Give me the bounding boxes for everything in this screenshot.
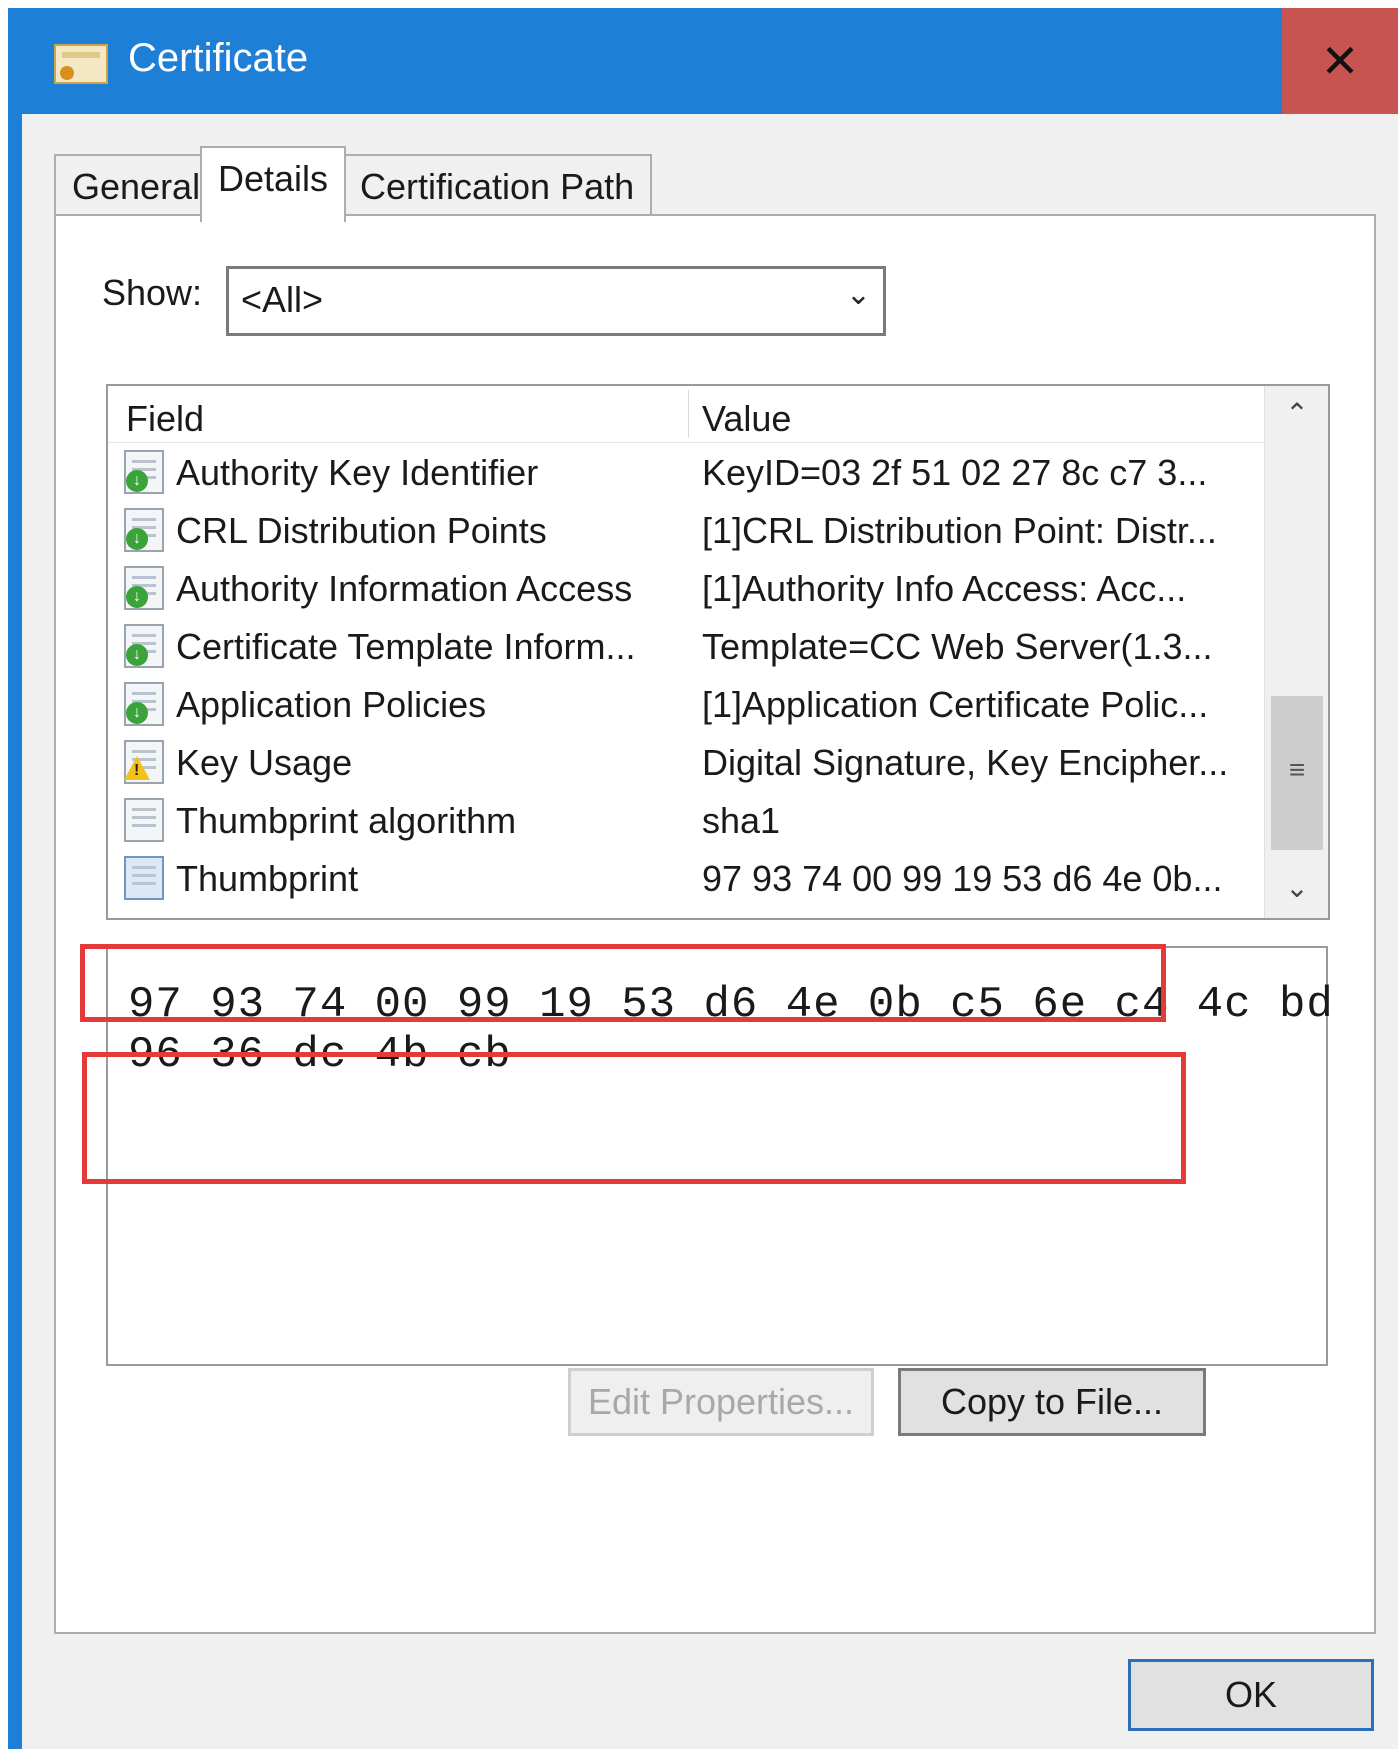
row-field: Certificate Template Inform... [176,626,636,667]
show-selected-value: <All> [241,279,324,320]
list-row-application-policies[interactable]: ↓ Application Policies [1]Application Ce… [108,674,1264,732]
extension-ok-icon: ↓ [124,682,164,726]
field-list[interactable]: Field Value ↓ Authority Key Identifier K… [106,384,1330,920]
row-field: Thumbprint algorithm [176,800,517,841]
list-row-authority-information-access[interactable]: ↓ Authority Information Access [1]Author… [108,558,1264,616]
list-scrollbar[interactable]: ⌃ ≡ ⌄ [1264,386,1328,918]
grip-icon: ≡ [1288,754,1306,785]
property-icon [124,856,164,900]
title-bar: Certificate ✕ [8,8,1398,114]
column-header-value[interactable]: Value [702,398,791,440]
row-value: [1]CRL Distribution Point: Distr... [702,510,1217,551]
row-value: [1]Authority Info Access: Acc... [702,568,1187,609]
show-dropdown[interactable]: <All> ⌄ [226,266,886,336]
row-value: sha1 [702,800,781,841]
list-header: Field Value [108,386,1264,443]
row-value: 97 93 74 00 99 19 53 d6 4e 0b... [702,858,1223,899]
thumbprint-row-highlight [80,944,1166,1022]
row-value: Template=CC Web Server(1.3... [702,626,1213,667]
row-field: Application Policies [176,684,487,725]
list-row-certificate-template[interactable]: ↓ Certificate Template Inform... Templat… [108,616,1264,674]
row-value: [1]Application Certificate Polic... [702,684,1209,725]
dialog-client-area: General Details Certification Path Show:… [22,114,1398,1749]
row-value: Digital Signature, Key Encipher... [702,742,1229,783]
chevron-down-icon: ⌄ [845,278,871,311]
list-row-key-usage[interactable]: ! Key Usage Digital Signature, Key Encip… [108,732,1264,790]
ok-button[interactable]: OK [1128,1659,1374,1731]
edit-properties-button[interactable]: Edit Properties... [568,1368,874,1436]
thumbprint-value-highlight [82,1052,1186,1184]
list-row-authority-key-identifier[interactable]: ↓ Authority Key Identifier KeyID=03 2f 5… [108,442,1264,500]
tab-general[interactable]: General [54,154,219,216]
extension-ok-icon: ↓ [124,450,164,494]
tab-details[interactable]: Details [200,146,347,222]
list-row-thumbprint-algorithm[interactable]: Thumbprint algorithm sha1 [108,790,1264,848]
property-icon [124,798,164,842]
close-button[interactable]: ✕ [1282,8,1398,114]
scroll-down-arrow-icon[interactable]: ⌄ [1265,860,1328,916]
extension-ok-icon: ↓ [124,508,164,552]
window-title: Certificate [128,36,309,80]
row-field: CRL Distribution Points [176,510,547,551]
column-separator[interactable] [688,390,689,438]
row-field: Key Usage [176,742,353,783]
critical-extension-warning-icon: ! [124,740,164,784]
row-field: Authority Key Identifier [176,452,539,493]
copy-to-file-button[interactable]: Copy to File... [898,1368,1206,1436]
scroll-thumb[interactable]: ≡ [1271,696,1323,850]
extension-ok-icon: ↓ [124,624,164,668]
row-field: Thumbprint [176,858,359,899]
certificate-window: Certificate ✕ General Details Certificat… [8,8,1398,1749]
row-value: KeyID=03 2f 51 02 27 8c c7 3... [702,452,1208,493]
certificate-icon [54,44,108,84]
scroll-up-arrow-icon[interactable]: ⌃ [1265,386,1328,442]
show-label: Show: [102,272,203,313]
row-field: Authority Information Access [176,568,633,609]
list-row-crl-distribution-points[interactable]: ↓ CRL Distribution Points [1]CRL Distrib… [108,500,1264,558]
list-row-thumbprint[interactable]: Thumbprint 97 93 74 00 99 19 53 d6 4e 0b… [108,848,1264,906]
details-panel: Show: <All> ⌄ Field Value ↓ Authority Ke… [54,214,1376,1634]
column-header-field[interactable]: Field [126,398,204,440]
extension-ok-icon: ↓ [124,566,164,610]
tab-certification-path[interactable]: Certification Path [342,154,653,216]
